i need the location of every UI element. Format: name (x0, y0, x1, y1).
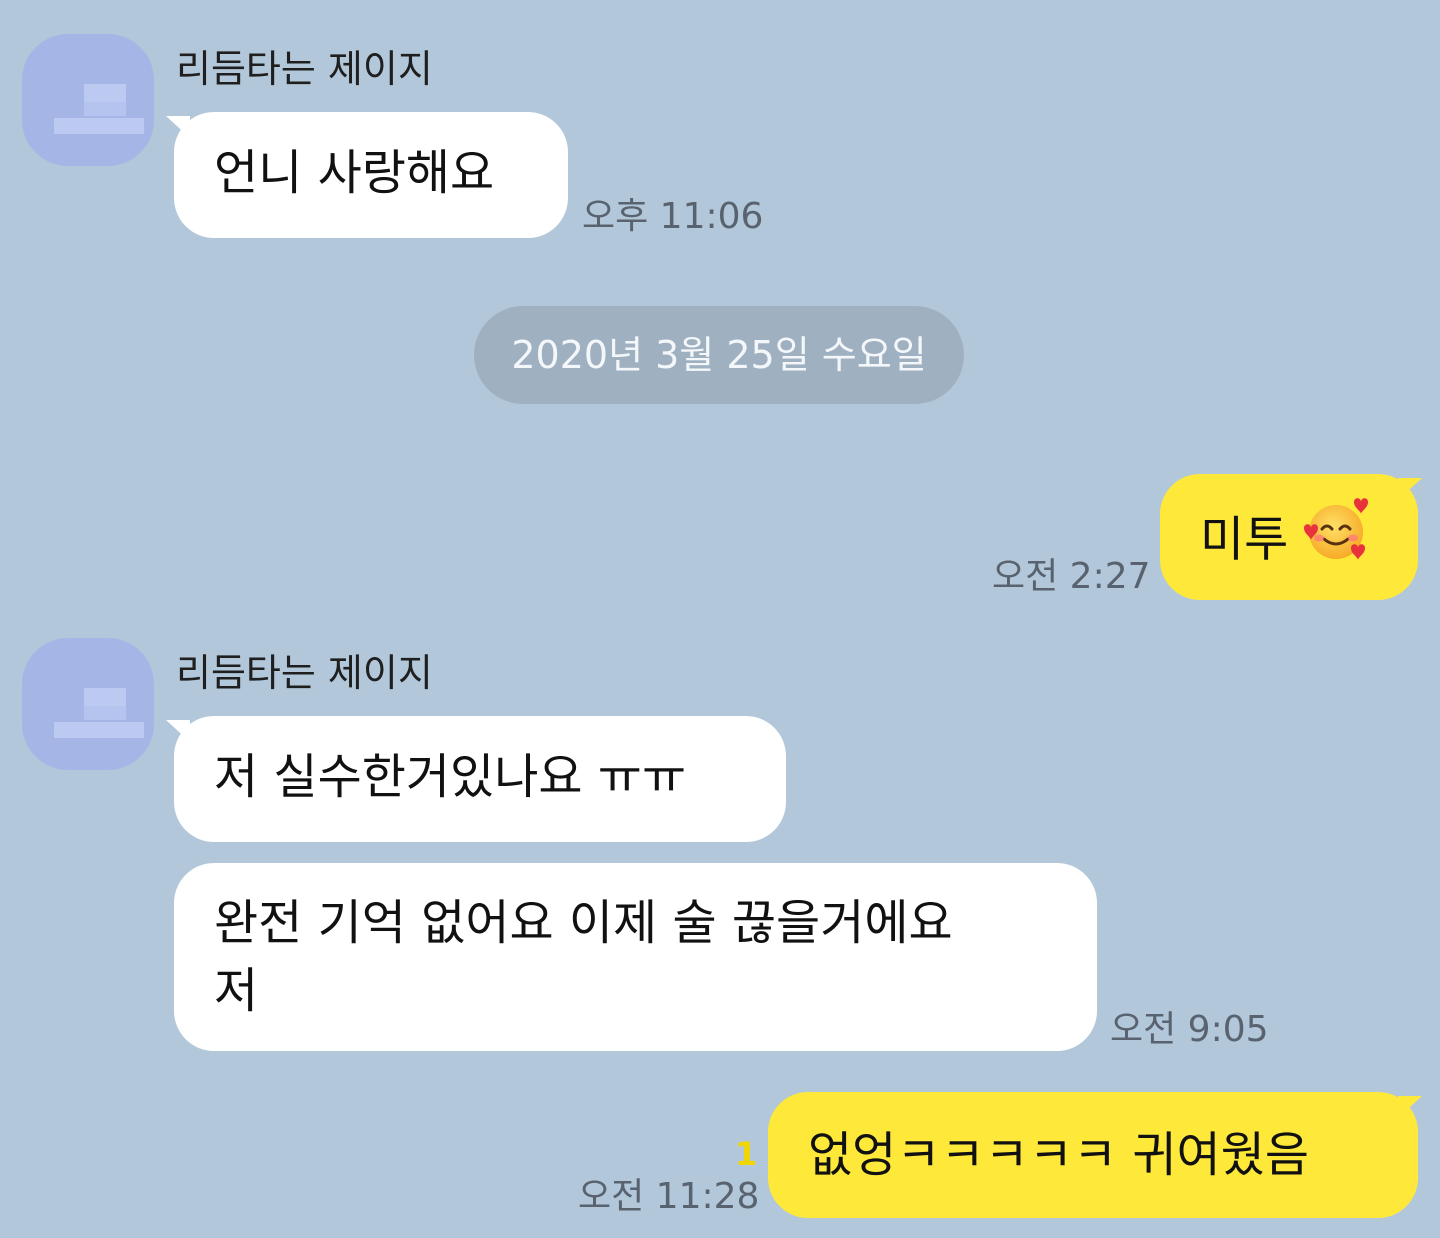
sender-name[interactable]: 리듬타는 제이지 (176, 650, 433, 696)
avatar-pixel (54, 722, 144, 738)
message-bubble[interactable]: 저 실수한거있나요 ㅠㅠ (174, 716, 786, 842)
message-text: 미투 (1200, 511, 1289, 568)
message-time: 오전 9:05 (1110, 1009, 1269, 1050)
message-bubble[interactable]: 없엉ㅋㅋㅋㅋㅋ 귀여웠음 (768, 1092, 1418, 1218)
avatar-pixel (84, 102, 126, 116)
message-bubble[interactable]: 언니 사랑해요 (174, 112, 568, 238)
smiling-face-with-hearts-icon (1302, 496, 1370, 583)
message-time: 오후 11:06 (582, 196, 764, 237)
avatar-pixel (54, 118, 144, 134)
message-bubble[interactable]: 완전 기억 없어요 이제 술 끊을거에요 저 (174, 863, 1097, 1051)
sender-name[interactable]: 리듬타는 제이지 (176, 46, 433, 92)
message-time: 오전 11:28 (578, 1176, 760, 1217)
message-bubble[interactable]: 미투 (1160, 474, 1418, 600)
avatar-pixel (84, 706, 126, 720)
message-time: 오전 2:27 (992, 556, 1151, 597)
avatar[interactable] (22, 34, 154, 166)
avatar-pixel (84, 84, 126, 102)
avatar[interactable] (22, 638, 154, 770)
unread-count: 1 (735, 1135, 758, 1173)
avatar-pixel (84, 688, 126, 706)
date-divider: 2020년 3월 25일 수요일 (474, 306, 964, 404)
